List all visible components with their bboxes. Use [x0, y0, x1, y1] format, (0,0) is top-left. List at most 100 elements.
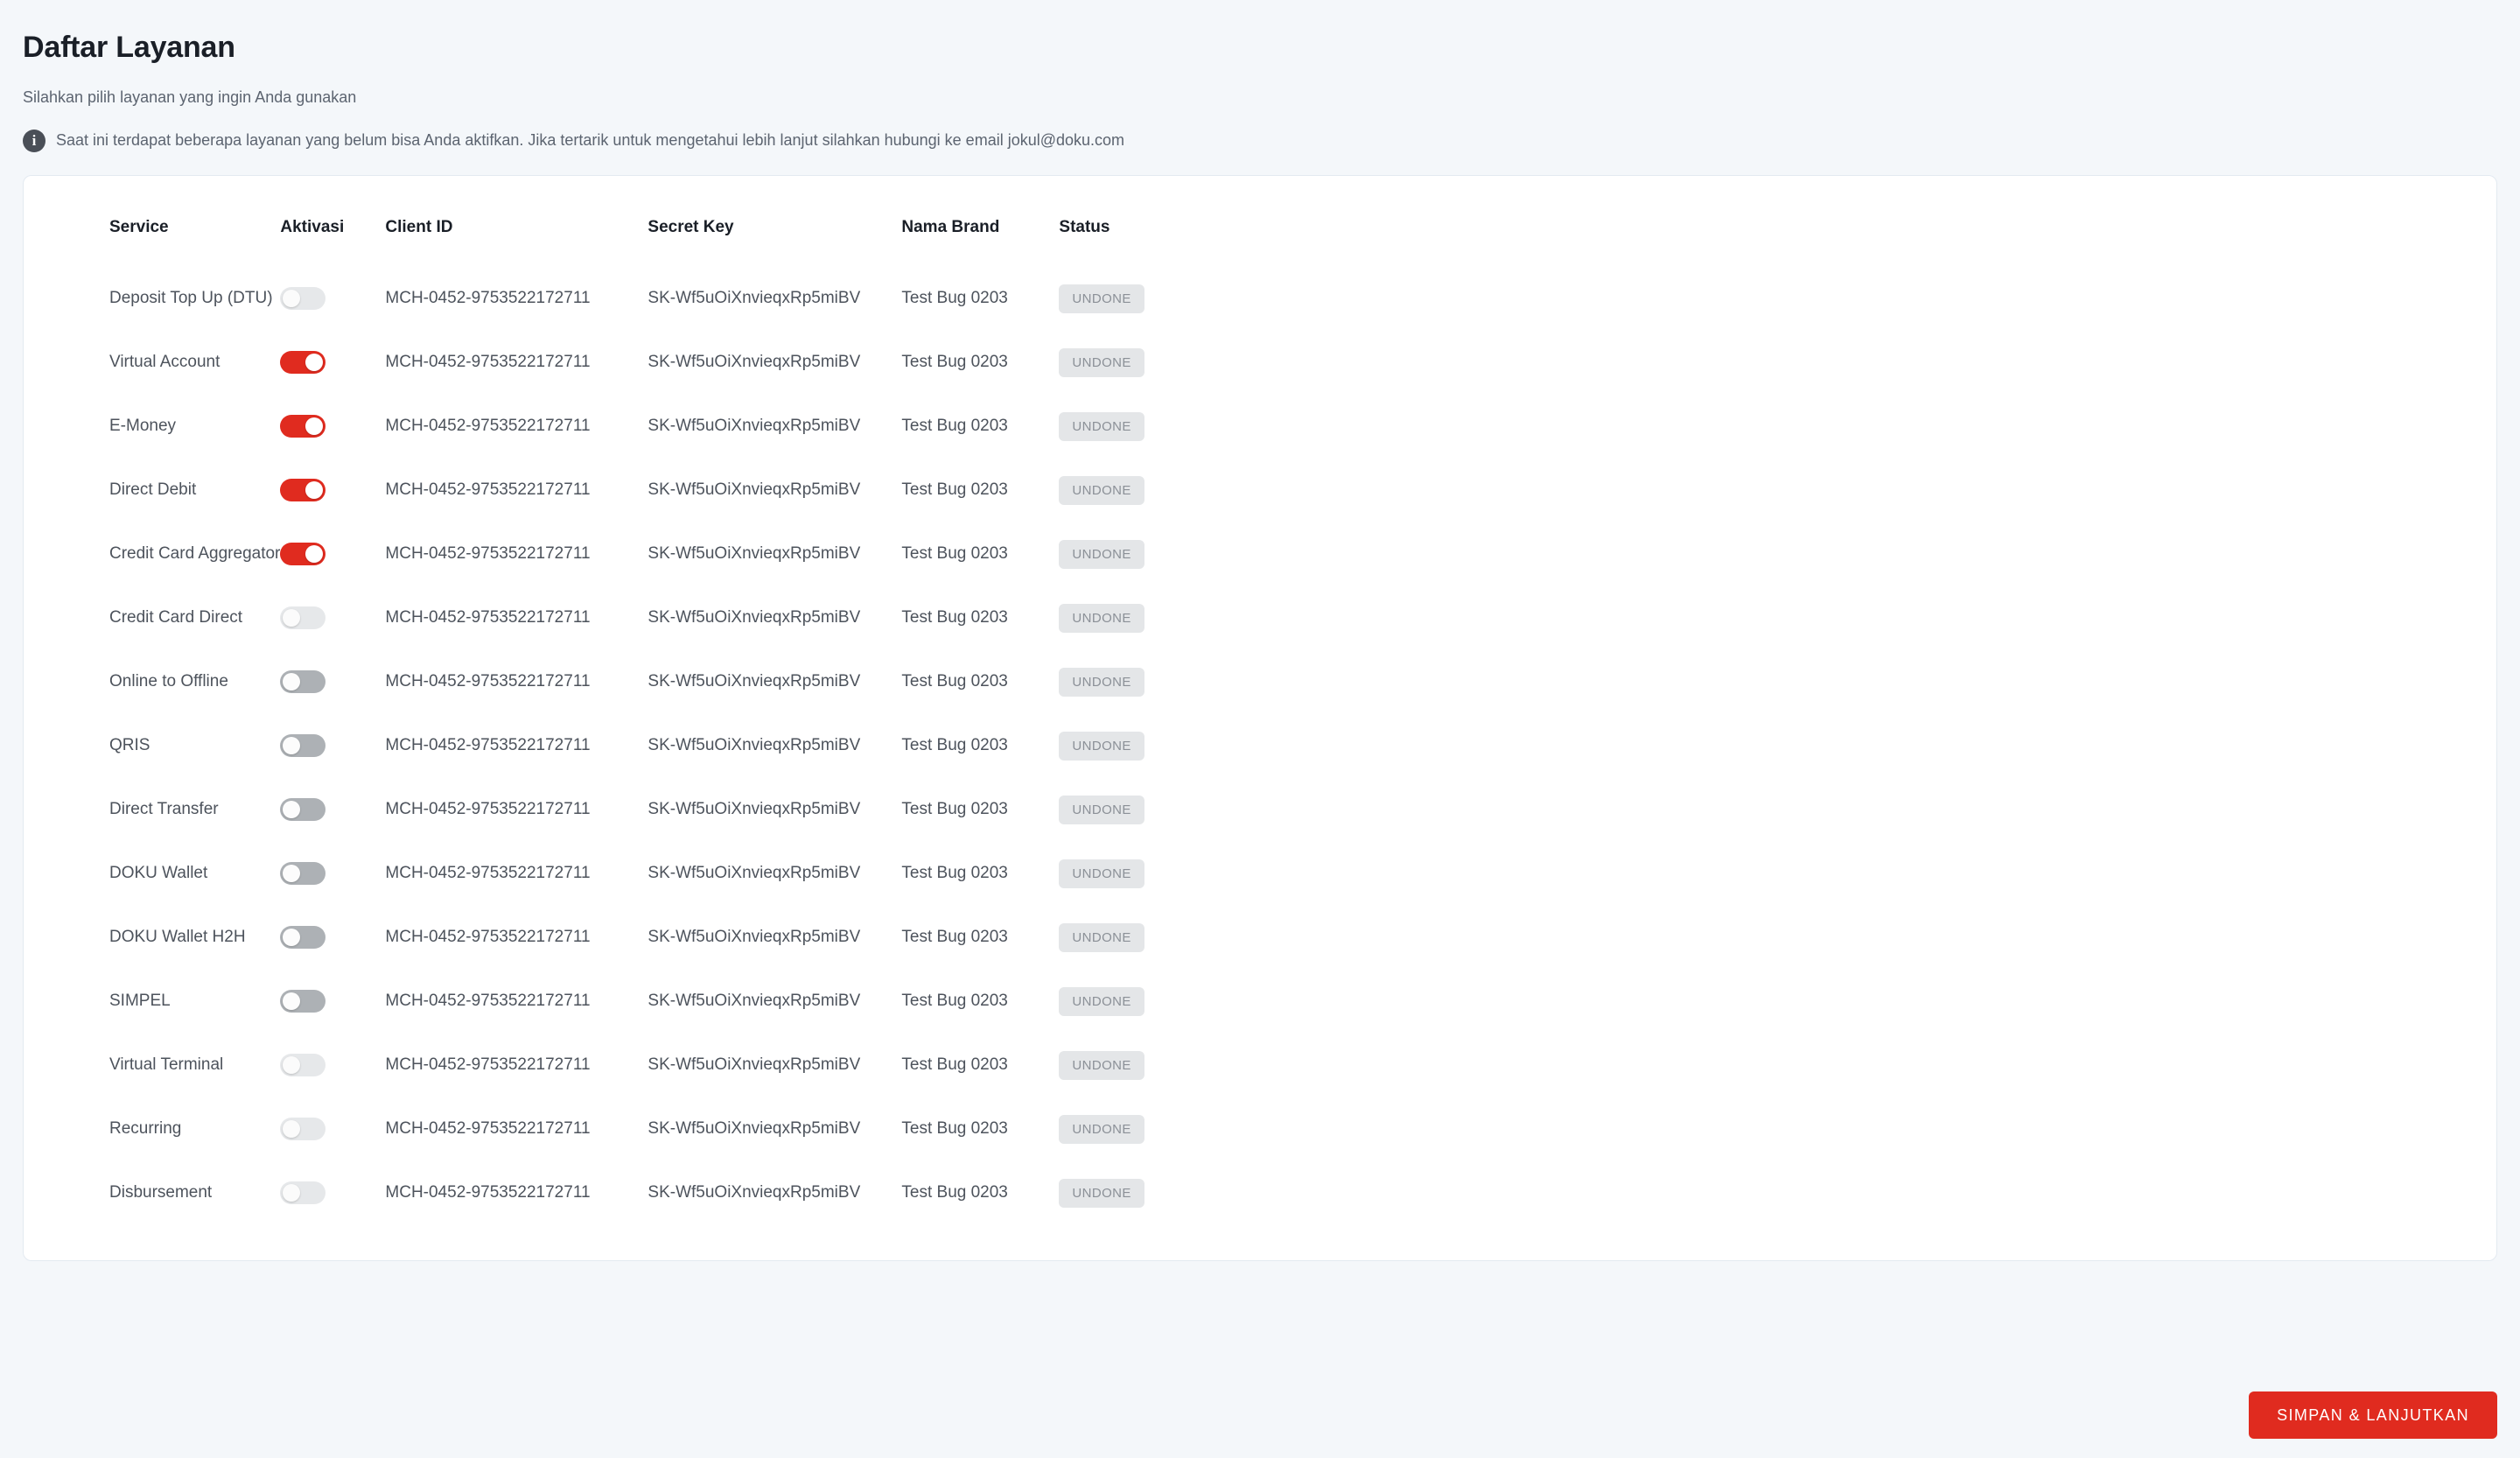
toggle-knob: [283, 992, 301, 1011]
cell-nama-brand: Test Bug 0203: [901, 1055, 1008, 1075]
cell-client-id: MCH-0452-9753522172711: [385, 1119, 591, 1139]
activation-toggle: [280, 606, 326, 630]
cell-nama-brand: Test Bug 0203: [901, 417, 1008, 436]
status-badge: UNDONE: [1059, 795, 1144, 824]
table-row: Deposit Top Up (DTU) MCH-0452-97535221727…: [24, 267, 2496, 331]
toggle-knob: [305, 417, 324, 436]
cell-secret-key: SK-Wf5uOiXnvieqxRp5miBV: [648, 1183, 861, 1202]
column-header-service: Service: [109, 217, 169, 236]
cell-status: UNDONE: [1059, 331, 2496, 395]
cell-nama-brand: Test Bug 0203: [901, 928, 1008, 947]
column-header-client-id: Client ID: [385, 217, 453, 236]
cell-status: UNDONE: [1059, 522, 2496, 586]
activation-toggle: [280, 287, 326, 311]
table-head: Service Aktivasi Client ID Secret Key Na…: [24, 218, 2496, 267]
status-badge: UNDONE: [1059, 922, 1144, 952]
cell-secret-key: SK-Wf5uOiXnvieqxRp5miBV: [648, 864, 861, 883]
cell-client-id: MCH-0452-9753522172711: [385, 800, 591, 819]
cell-secret-key: SK-Wf5uOiXnvieqxRp5miBV: [648, 544, 861, 564]
cell-status: UNDONE: [1059, 650, 2496, 714]
column-header-aktivasi: Aktivasi: [280, 217, 345, 236]
activation-toggle[interactable]: [280, 990, 326, 1013]
cell-client-id: MCH-0452-9753522172711: [385, 289, 591, 308]
activation-toggle: [280, 1118, 326, 1141]
table-row: QRIS MCH-0452-9753522172711 SK-Wf5uOiXnvie…: [24, 714, 2496, 778]
activation-toggle[interactable]: [280, 415, 326, 438]
cell-nama-brand: Test Bug 0203: [901, 736, 1008, 755]
cell-aktivasi: [280, 459, 385, 522]
activation-toggle[interactable]: [280, 670, 326, 694]
cell-status: UNDONE: [1059, 586, 2496, 650]
cell-service: Direct Debit: [109, 480, 197, 500]
cell-nama-brand: Test Bug 0203: [901, 1183, 1008, 1202]
toggle-knob: [283, 1120, 301, 1139]
cell-aktivasi: [280, 714, 385, 778]
cell-status: UNDONE: [1059, 1034, 2496, 1097]
table-row: DOKU Wallet H2H MCH-0452-9753522172711 SK-…: [24, 906, 2496, 970]
activation-toggle[interactable]: [280, 543, 326, 566]
cell-status: UNDONE: [1059, 1097, 2496, 1161]
status-badge: UNDONE: [1059, 1114, 1144, 1144]
cell-service: Virtual Account: [109, 353, 220, 372]
cell-secret-key: SK-Wf5uOiXnvieqxRp5miBV: [648, 417, 861, 436]
toggle-knob: [283, 865, 301, 883]
activation-toggle[interactable]: [280, 734, 326, 758]
cell-service: Deposit Top Up (DTU): [109, 289, 273, 308]
toggle-knob: [283, 737, 301, 755]
table-row: Credit Card Direct MCH-0452-9753522172711…: [24, 586, 2496, 650]
cell-aktivasi: [280, 778, 385, 842]
activation-toggle[interactable]: [280, 351, 326, 375]
info-notice-text: Saat ini terdapat beberapa layanan yang …: [56, 131, 1125, 150]
cell-client-id: MCH-0452-9753522172711: [385, 1183, 591, 1202]
table-row: Recurring MCH-0452-9753522172711 SK-Wf5uOi…: [24, 1097, 2496, 1161]
cell-client-id: MCH-0452-9753522172711: [385, 736, 591, 755]
activation-toggle[interactable]: [280, 926, 326, 950]
activation-toggle[interactable]: [280, 862, 326, 886]
cell-status: UNDONE: [1059, 842, 2496, 906]
cell-nama-brand: Test Bug 0203: [901, 608, 1008, 627]
status-badge: UNDONE: [1059, 411, 1144, 441]
cell-service: Credit Card Aggregator: [109, 544, 281, 564]
cell-nama-brand: Test Bug 0203: [901, 480, 1008, 500]
table-row: Direct Debit MCH-0452-9753522172711 SK-Wf5…: [24, 459, 2496, 522]
cell-client-id: MCH-0452-9753522172711: [385, 544, 591, 564]
table-header-row: Service Aktivasi Client ID Secret Key Na…: [24, 218, 2496, 267]
cell-secret-key: SK-Wf5uOiXnvieqxRp5miBV: [648, 672, 861, 691]
cell-aktivasi: [280, 1034, 385, 1097]
cell-client-id: MCH-0452-9753522172711: [385, 928, 591, 947]
column-header-status: Status: [1059, 217, 1110, 236]
save-and-continue-button[interactable]: SIMPAN & LANJUTKAN: [2249, 1391, 2497, 1439]
cell-nama-brand: Test Bug 0203: [901, 353, 1008, 372]
activation-toggle[interactable]: [280, 798, 326, 822]
cell-secret-key: SK-Wf5uOiXnvieqxRp5miBV: [648, 928, 861, 947]
cell-aktivasi: [280, 1097, 385, 1161]
cell-status: UNDONE: [1059, 1161, 2496, 1225]
cell-secret-key: SK-Wf5uOiXnvieqxRp5miBV: [648, 992, 861, 1011]
cell-service: Disbursement: [109, 1183, 213, 1202]
cell-aktivasi: [280, 267, 385, 331]
cell-aktivasi: [280, 522, 385, 586]
cell-status: UNDONE: [1059, 970, 2496, 1034]
cell-status: UNDONE: [1059, 778, 2496, 842]
toggle-knob: [283, 1184, 301, 1202]
cell-secret-key: SK-Wf5uOiXnvieqxRp5miBV: [648, 353, 861, 372]
activation-toggle: [280, 1054, 326, 1077]
table-row: Direct Transfer MCH-0452-9753522172711 SK-…: [24, 778, 2496, 842]
cell-service: QRIS: [109, 736, 150, 755]
table-row: Credit Card Aggregator MCH-0452-975352217…: [24, 522, 2496, 586]
footer-actions: SIMPAN & LANJUTKAN: [2249, 1391, 2497, 1439]
status-badge: UNDONE: [1059, 475, 1144, 505]
cell-client-id: MCH-0452-9753522172711: [385, 672, 591, 691]
table-body: Deposit Top Up (DTU) MCH-0452-97535221727…: [24, 267, 2496, 1225]
cell-status: UNDONE: [1059, 267, 2496, 331]
cell-secret-key: SK-Wf5uOiXnvieqxRp5miBV: [648, 480, 861, 500]
cell-nama-brand: Test Bug 0203: [901, 1119, 1008, 1139]
info-icon: i: [23, 129, 46, 152]
table-row: E-Money MCH-0452-9753522172711 SK-Wf5uOiXn…: [24, 395, 2496, 459]
cell-nama-brand: Test Bug 0203: [901, 864, 1008, 883]
status-badge: UNDONE: [1059, 539, 1144, 569]
toggle-knob: [283, 290, 301, 308]
cell-nama-brand: Test Bug 0203: [901, 289, 1008, 308]
activation-toggle[interactable]: [280, 479, 326, 502]
cell-nama-brand: Test Bug 0203: [901, 544, 1008, 564]
